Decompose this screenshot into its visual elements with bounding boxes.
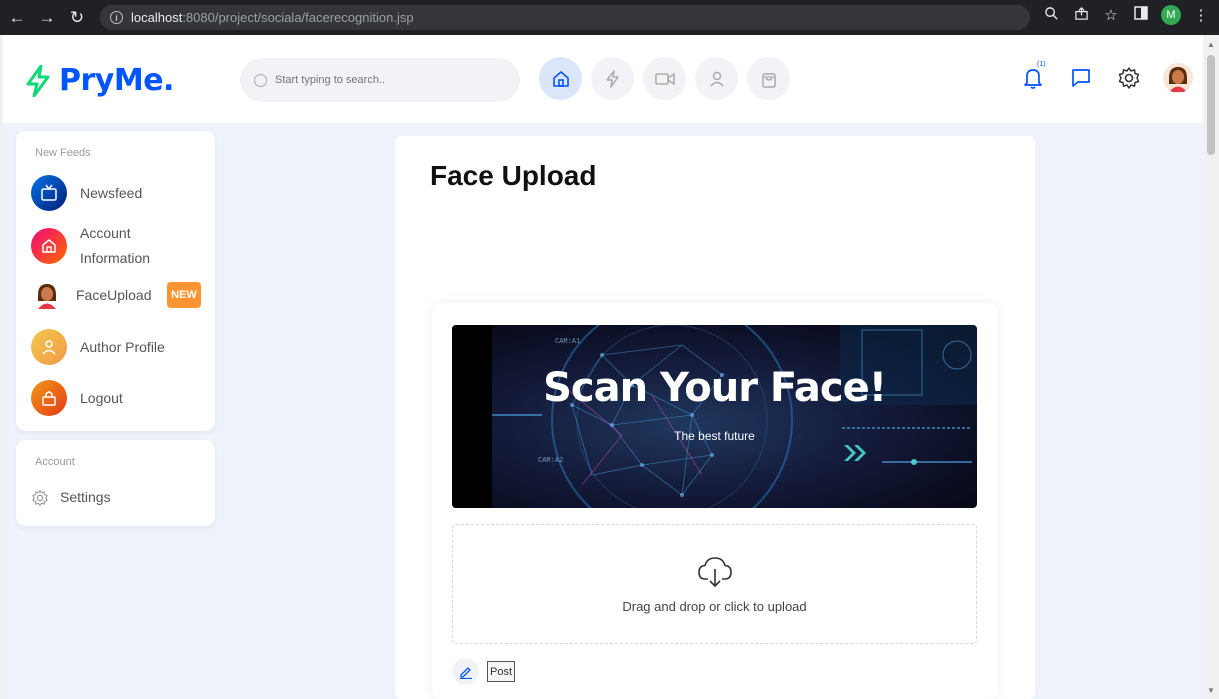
nav-bolt[interactable]	[591, 57, 634, 100]
menu-icon[interactable]: ⋮	[1191, 6, 1211, 24]
nav-user[interactable]	[695, 57, 738, 100]
scrollbar-thumb[interactable]	[1207, 55, 1215, 155]
user-icon	[709, 71, 724, 87]
messages-button[interactable]	[1067, 64, 1095, 92]
sidebar-item-account-information[interactable]: Account Information	[31, 221, 150, 271]
sidepanel-icon[interactable]	[1131, 6, 1151, 24]
chat-icon	[1072, 69, 1090, 87]
pencil-icon	[459, 666, 472, 679]
video-icon	[654, 72, 675, 85]
scroll-down-icon[interactable]: ▼	[1207, 686, 1215, 695]
url-host: localhost	[131, 10, 183, 25]
lock-icon	[31, 380, 67, 416]
svg-text:CAM:A2: CAM:A2	[538, 457, 563, 465]
bolt-logo-icon	[26, 64, 50, 97]
sidebar-item-label: Newsfeed	[80, 184, 143, 201]
sidebar-item-author-profile[interactable]: Author Profile	[31, 329, 165, 365]
settings-button[interactable]	[1115, 64, 1143, 92]
gear-icon	[32, 489, 48, 506]
logo[interactable]: PryMe.	[25, 63, 174, 98]
banner-title: Scan Your Face!	[543, 365, 887, 411]
search-input[interactable]	[275, 74, 495, 86]
sidebar-feeds: New Feeds Newsfeed Account Information F…	[16, 131, 215, 431]
svg-text:CAM:A1: CAM:A1	[555, 338, 580, 346]
sidebar-item-settings[interactable]: Settings	[31, 485, 111, 510]
sidebar-item-label: FaceUpload	[76, 286, 152, 303]
edit-button[interactable]	[452, 658, 479, 685]
address-bar[interactable]: i localhost:8080/project/sociala/facerec…	[100, 5, 1030, 30]
bag-icon	[761, 72, 776, 88]
star-icon[interactable]: ☆	[1101, 6, 1121, 24]
post-actions: Post	[452, 658, 516, 685]
page-body: PryMe. (1)	[0, 35, 1203, 699]
sidebar-item-logout[interactable]: Logout	[31, 380, 123, 416]
nav-home[interactable]	[539, 57, 582, 100]
sidebar-section-title: Account	[35, 456, 75, 468]
search-bar[interactable]	[240, 58, 520, 102]
sidebar-item-label-line2: Information	[80, 250, 151, 266]
profile-avatar[interactable]: M	[1161, 5, 1181, 25]
nav-shop[interactable]	[747, 57, 790, 100]
banner-subtitle: The best future	[674, 429, 755, 443]
sidebar-account: Account Settings	[16, 440, 215, 526]
new-badge: NEW	[167, 282, 201, 308]
main-content: Face Upload CAM:A1 CAM:A2 Scan Your Face…	[395, 136, 1035, 699]
site-header: PryMe. (1)	[3, 35, 1203, 123]
sidebar-section-title: New Feeds	[35, 147, 91, 159]
sidebar-item-label: Logout	[80, 389, 123, 406]
share-icon[interactable]	[1071, 6, 1091, 25]
scroll-up-icon[interactable]: ▲	[1207, 40, 1215, 49]
back-icon[interactable]: ←	[4, 5, 30, 31]
main-nav	[539, 57, 790, 100]
gear-icon	[1118, 67, 1140, 89]
face-avatar-icon	[1169, 67, 1187, 92]
page-title: Face Upload	[430, 160, 597, 191]
upload-card: CAM:A1 CAM:A2 Scan Your Face! The best f…	[432, 303, 998, 699]
cloud-upload-icon	[697, 556, 732, 587]
bolt-icon	[605, 69, 619, 88]
bell-icon	[1024, 69, 1042, 89]
forward-icon[interactable]: →	[34, 5, 60, 31]
sidebar-item-label: Author Profile	[80, 338, 165, 355]
search-icon	[254, 73, 267, 87]
zoom-icon[interactable]	[1041, 6, 1061, 25]
sidebar-item-label: Account	[80, 225, 131, 241]
tv-icon	[31, 175, 67, 211]
home-icon	[552, 70, 569, 87]
sidebar-item-faceupload[interactable]: FaceUpload	[31, 279, 152, 311]
page-scrollbar[interactable]: ▲ ▼	[1203, 35, 1219, 699]
notification-count: (1)	[1037, 61, 1046, 68]
post-button[interactable]: Post	[487, 661, 516, 682]
upload-dropzone[interactable]: Drag and drop or click to upload	[452, 524, 977, 644]
dropzone-label: Drag and drop or click to upload	[622, 598, 807, 614]
face-scan-graphic: CAM:A1 CAM:A2	[452, 325, 977, 508]
scan-face-banner: CAM:A1 CAM:A2 Scan Your Face! The best f…	[452, 325, 977, 508]
sidebar-item-label: Settings	[60, 489, 111, 505]
logo-text: PryMe.	[59, 63, 174, 98]
site-info-icon[interactable]: i	[110, 11, 123, 24]
sidebar-item-newsfeed[interactable]: Newsfeed	[31, 175, 142, 211]
user-icon	[31, 329, 67, 365]
user-avatar[interactable]	[1163, 63, 1193, 93]
browser-toolbar: ← → ↻ i localhost:8080/project/sociala/f…	[0, 0, 1219, 35]
face-avatar-icon	[31, 279, 63, 311]
home-icon	[31, 228, 67, 264]
reload-icon[interactable]: ↻	[64, 5, 90, 31]
notification-button[interactable]: (1)	[1019, 61, 1047, 92]
nav-video[interactable]	[643, 57, 686, 100]
url-path: :8080/project/sociala/facerecognition.js…	[182, 10, 414, 25]
